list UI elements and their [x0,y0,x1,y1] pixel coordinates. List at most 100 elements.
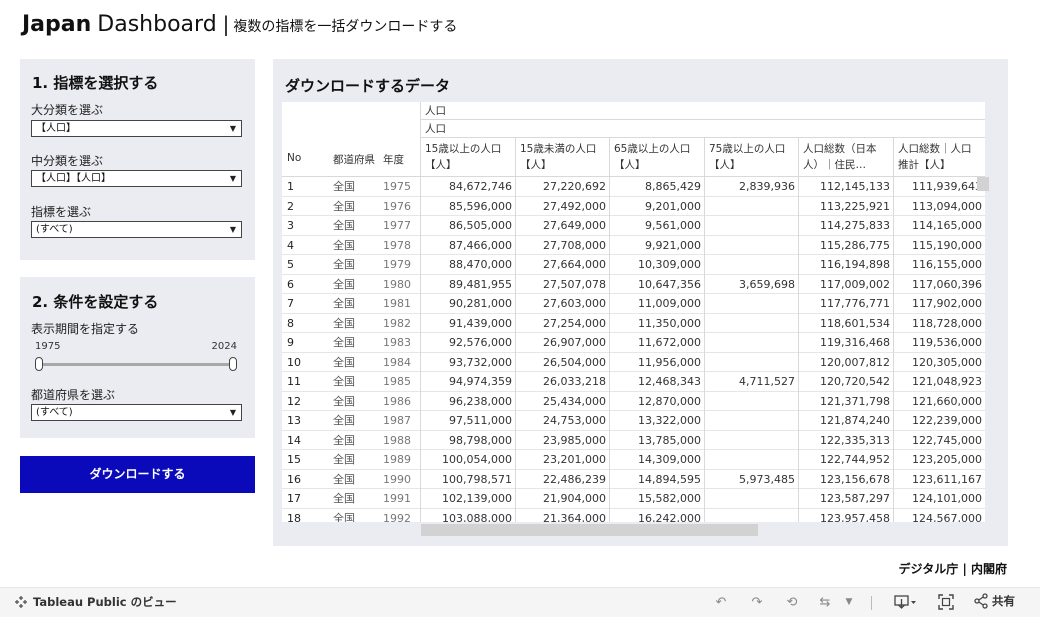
share-button[interactable]: 共有 [973,593,1015,609]
table-row[interactable]: 11 全国 1985 94,974,359 26,033,218 12,468,343 4,… [282,372,985,392]
prefecture-cell: 全国 [333,492,355,505]
table-row[interactable]: 2 全国 1976 85,596,000 27,492,000 9,201,000 113,… [282,196,985,216]
refresh-menu-chevron-icon[interactable]: ▼ [840,593,858,611]
period-max-value: 2024 [211,341,237,352]
value-cell: 27,507,078 [515,274,609,294]
download-button[interactable]: ダウンロードする [20,456,255,493]
table-row[interactable]: 17 全国 1991 102,139,000 21,904,000 15,582,000 1… [282,489,985,509]
year-cell: 1980 [383,277,411,291]
chevron-down-icon: ▼ [229,225,236,234]
value-cell: 89,481,955 [420,274,515,294]
table-row[interactable]: 9 全国 1983 92,576,000 26,907,000 11,672,000 119… [282,333,985,353]
period-slider-track[interactable] [37,363,235,366]
table-row[interactable]: 12 全国 1986 96,238,000 25,434,000 12,870,000 12… [282,391,985,411]
download-menu-icon[interactable] [892,593,920,611]
value-cell: 85,596,000 [420,196,515,216]
redo-icon[interactable]: ↷ [748,593,766,611]
value-cell: 27,492,000 [515,196,609,216]
value-cell: 113,225,921 [798,196,893,216]
refresh-icon[interactable]: ⇆ [816,593,834,611]
horizontal-scrollbar[interactable] [421,524,758,536]
value-cell: 103,088,000 [420,508,515,522]
value-cell [704,216,798,236]
prefecture-cell: 全国 [333,199,355,213]
period-slider-max-handle[interactable] [229,357,237,371]
value-cell: 9,561,000 [609,216,704,236]
table-row[interactable]: 10 全国 1984 93,732,000 26,504,000 11,956,000 12… [282,352,985,372]
column-header[interactable]: 15歳以上の人口【人】 [420,138,515,176]
share-label: 共有 [992,594,1015,608]
value-cell: 117,902,000 [893,294,985,314]
table-row[interactable]: 8 全国 1982 91,439,000 27,254,000 11,350,000 118… [282,313,985,333]
value-cell: 23,985,000 [515,430,609,450]
table-row[interactable]: 5 全国 1979 88,470,000 27,664,000 10,309,000 116… [282,255,985,275]
table-row[interactable]: 1 全国 1975 84,672,746 27,220,692 8,865,429 2,83… [282,177,985,197]
table-row[interactable]: 14 全国 1988 98,798,000 23,985,000 13,785,000 12… [282,430,985,450]
major-category-dropdown[interactable]: 【人口】 ▼ [31,120,242,137]
tableau-public-link[interactable]: Tableau Public のビュー [14,594,177,610]
column-header[interactable]: 人口総数｜人口推計【人】 [893,138,985,176]
table-row[interactable]: 6 全国 1980 89,481,955 27,507,078 10,647,356 3,6… [282,274,985,294]
data-panel-title: ダウンロードするデータ [285,77,451,95]
table-row[interactable]: 16 全国 1990 100,798,571 22,486,239 14,894,595 5… [282,469,985,489]
value-cell: 27,649,000 [515,216,609,236]
row-number-cell: 12 [287,394,301,408]
table-row[interactable]: 3 全国 1977 86,505,000 27,649,000 9,561,000 114,… [282,216,985,236]
prefecture-cell: 全国 [333,336,355,349]
value-cell: 25,434,000 [515,391,609,411]
chevron-down-icon: ▼ [229,408,236,417]
table-row[interactable]: 4 全国 1978 87,466,000 27,708,000 9,921,000 115,… [282,235,985,255]
fullscreen-icon[interactable] [937,593,955,611]
column-header[interactable]: 15歳未満の人口【人】 [515,138,609,176]
column-header[interactable]: 75歳以上の人口【人】 [704,138,798,176]
value-cell: 117,060,396 [893,274,985,294]
value-cell: 10,309,000 [609,255,704,275]
table-row[interactable]: 18 全国 1992 103,088,000 21,364,000 16,242,000 1… [282,508,985,523]
year-cell: 1983 [383,336,411,349]
prefecture-cell: 全国 [333,277,355,291]
prefecture-cell: 全国 [333,414,355,427]
value-cell [704,352,798,372]
value-cell: 116,155,000 [893,255,985,275]
value-cell: 24,753,000 [515,411,609,431]
value-cell: 123,587,297 [798,489,893,509]
value-cell: 124,101,000 [893,489,985,509]
table-row[interactable]: 7 全国 1981 90,281,000 27,603,000 11,009,000 117… [282,294,985,314]
value-cell: 114,275,833 [798,216,893,236]
revert-icon[interactable]: ⟲ [783,593,801,611]
value-cell: 3,659,698 [704,274,798,294]
table-row[interactable]: 15 全国 1989 100,054,000 23,201,000 14,309,000 1… [282,450,985,470]
value-cell: 122,335,313 [798,430,893,450]
row-number-cell: 1 [287,180,294,193]
value-cell: 93,732,000 [420,352,515,372]
title-dashboard: Dashboard [97,12,217,37]
period-slider-min-handle[interactable] [35,357,43,371]
year-cell: 1989 [383,453,411,466]
middle-category-dropdown[interactable]: 【人口】【人口】 ▼ [31,170,242,187]
tableau-logo-icon [15,596,27,608]
value-cell: 120,007,812 [798,352,893,372]
prefecture-cell: 全国 [333,258,355,271]
table-row[interactable]: 13 全国 1987 97,511,000 24,753,000 13,322,000 12… [282,411,985,431]
value-cell: 102,139,000 [420,489,515,509]
value-cell: 23,201,000 [515,450,609,470]
column-header[interactable]: 人口総数（日本人）｜住民… [798,138,893,176]
row-number-cell: 6 [287,277,294,291]
value-cell: 90,281,000 [420,294,515,314]
value-cell [704,313,798,333]
row-number-cell: 14 [287,433,301,447]
indicator-dropdown[interactable]: (すべて) ▼ [31,221,242,238]
value-cell [704,450,798,470]
row-header-prefecture: 都道府県 [333,154,375,166]
prefecture-cell: 全国 [333,219,355,232]
undo-icon[interactable]: ↶ [712,593,730,611]
column-header[interactable]: 65歳以上の人口【人】 [609,138,704,176]
chevron-down-icon: ▼ [229,124,236,133]
credit-text: デジタル庁 | 内閣府 [898,562,1008,576]
value-cell: 14,894,595 [609,469,704,489]
row-number-cell: 4 [287,238,294,252]
value-cell: 96,238,000 [420,391,515,411]
vertical-scrollbar[interactable] [977,177,989,191]
year-cell: 1992 [383,511,411,523]
prefecture-dropdown[interactable]: (すべて) ▼ [31,404,242,421]
